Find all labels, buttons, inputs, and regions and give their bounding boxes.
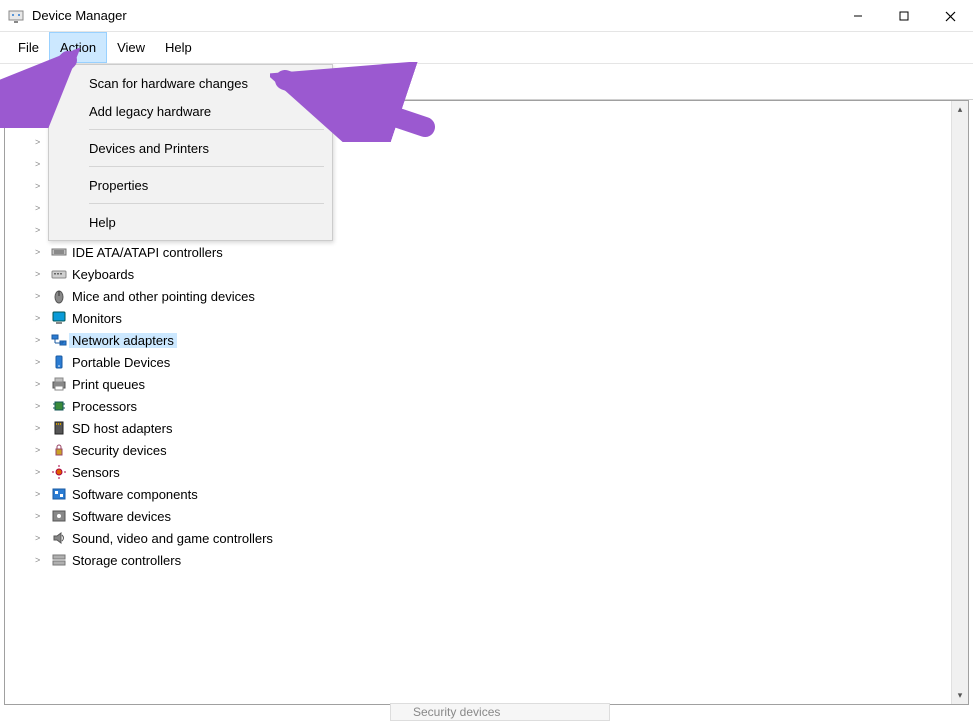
chevron-right-icon[interactable]: > [35,137,49,147]
menu-help[interactable]: Help [155,32,202,63]
tree-item-portable[interactable]: > Portable Devices [7,351,950,373]
chevron-right-icon[interactable]: > [35,159,49,169]
chevron-right-icon[interactable]: > [35,445,49,455]
menu-file[interactable]: File [8,32,49,63]
menu-devices-and-printers[interactable]: Devices and Printers [49,134,332,162]
chevron-right-icon[interactable]: > [35,401,49,411]
menu-scan-hardware[interactable]: Scan for hardware changes [49,69,332,97]
tree-item-label: IDE ATA/ATAPI controllers [69,245,226,260]
tree-item-cpu[interactable]: > Processors [7,395,950,417]
sd-icon [49,420,69,436]
chevron-right-icon[interactable]: > [35,533,49,543]
tree-item-label: Processors [69,399,140,414]
tree-item-sd[interactable]: > SD host adapters [7,417,950,439]
tree-item-label: SD host adapters [69,421,175,436]
sensor-icon [49,464,69,480]
chevron-right-icon[interactable]: > [35,555,49,565]
menubar: File Action View Help [0,32,973,64]
printer-icon [49,376,69,392]
menu-separator [89,129,324,130]
back-button[interactable] [8,71,30,92]
chevron-right-icon[interactable]: > [35,225,49,235]
network-icon [49,332,69,348]
chevron-right-icon[interactable]: > [35,313,49,323]
tree-item-ide[interactable]: > IDE ATA/ATAPI controllers [7,241,950,263]
tree-item-label: Portable Devices [69,355,173,370]
tree-item-sensor[interactable]: > Sensors [7,461,950,483]
tree-item-keyboard[interactable]: > Keyboards [7,263,950,285]
minimize-button[interactable] [835,0,881,32]
ghost-row: Security devices [390,703,610,721]
chevron-right-icon[interactable]: > [35,511,49,521]
tree-item-network[interactable]: > Network adapters [7,329,950,351]
scroll-up-icon[interactable]: ▴ [952,101,968,118]
chevron-right-icon[interactable]: > [35,423,49,433]
vertical-scrollbar[interactable]: ▴ ▾ [951,101,968,704]
menu-properties[interactable]: Properties [49,171,332,199]
chevron-right-icon[interactable]: > [35,357,49,367]
chevron-down-icon: ▾ [13,115,27,126]
chevron-right-icon[interactable]: > [35,203,49,213]
action-dropdown: Scan for hardware changes Add legacy har… [48,64,333,241]
tree-item-label: Security devices [69,443,170,458]
portable-icon [49,354,69,370]
tree-item-softcomp[interactable]: > Software components [7,483,950,505]
storage-icon [49,552,69,568]
maximize-button[interactable] [881,0,927,32]
chevron-right-icon[interactable]: > [35,467,49,477]
tree-item-storage[interactable]: > Storage controllers [7,549,950,571]
window-title: Device Manager [32,8,127,23]
tree-item-sound[interactable]: > Sound, video and game controllers [7,527,950,549]
chevron-right-icon[interactable]: > [35,269,49,279]
menu-action[interactable]: Action [49,32,107,63]
tree-item-label: Sensors [69,465,123,480]
close-button[interactable] [927,0,973,32]
tree-item-label: Storage controllers [69,553,184,568]
cpu-icon [49,398,69,414]
softcomp-icon [49,486,69,502]
tree-item-label: Network adapters [69,333,177,348]
chevron-right-icon[interactable]: > [35,181,49,191]
tree-item-label: Software components [69,487,201,502]
chevron-right-icon[interactable]: > [35,335,49,345]
menu-add-legacy-hardware[interactable]: Add legacy hardware [49,97,332,125]
softdev-icon [49,508,69,524]
menu-view[interactable]: View [107,32,155,63]
menu-help[interactable]: Help [49,208,332,236]
tree-item-mouse[interactable]: > Mice and other pointing devices [7,285,950,307]
chevron-right-icon[interactable]: > [35,291,49,301]
menu-separator [89,203,324,204]
tree-item-softdev[interactable]: > Software devices [7,505,950,527]
security-icon [49,442,69,458]
sound-icon [49,530,69,546]
tree-item-label: Print queues [69,377,148,392]
tree-item-label: Keyboards [69,267,137,282]
tree-item-monitor[interactable]: > Monitors [7,307,950,329]
keyboard-icon [49,266,69,282]
tree-item-label: Software devices [69,509,174,524]
tree-item-security[interactable]: > Security devices [7,439,950,461]
app-icon [8,8,24,24]
tree-item-label: Sound, video and game controllers [69,531,276,546]
tree-item-label: Mice and other pointing devices [69,289,258,304]
scroll-down-icon[interactable]: ▾ [952,687,968,704]
tree-item-label: Monitors [69,311,125,326]
titlebar: Device Manager [0,0,973,32]
monitor-icon [49,310,69,326]
tree-item-printer[interactable]: > Print queues [7,373,950,395]
chevron-right-icon[interactable]: > [35,489,49,499]
chevron-right-icon[interactable]: > [35,247,49,257]
menu-separator [89,166,324,167]
ide-icon [49,244,69,260]
ghost-label: Security devices [413,705,500,719]
mouse-icon [49,288,69,304]
chevron-right-icon[interactable]: > [35,379,49,389]
